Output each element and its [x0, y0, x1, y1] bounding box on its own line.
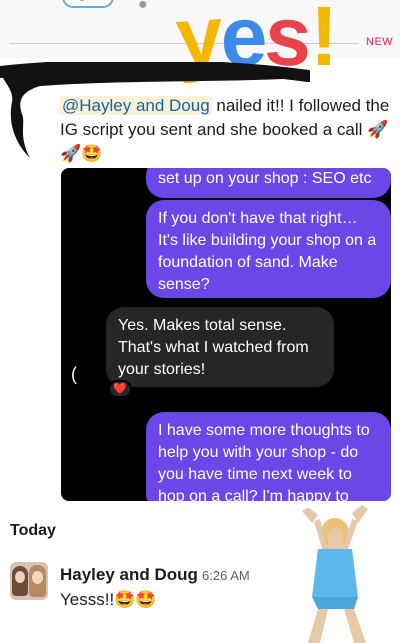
message-text: @Hayley and Doug nailed it!! I followed … — [60, 94, 390, 166]
star-struck-emoji: 🤩🤩 — [114, 590, 157, 609]
sticker-letter: ! — [310, 0, 338, 83]
message-timestamp[interactable]: 6:26 AM — [202, 568, 250, 583]
dm-bubble-outgoing: If you don't have that right… It's like … — [146, 200, 391, 298]
dm-bubble-incoming: Yes. Makes total sense. That's what I wa… — [106, 307, 334, 387]
dm-bubble-outgoing: I have some more thoughts to help you wi… — [146, 412, 391, 501]
dancing-woman-sticker — [302, 505, 368, 643]
dm-bubble-outgoing: set up on your shop : SEO etc — [146, 168, 391, 198]
heart-icon: ❤️ — [108, 380, 132, 398]
avatar[interactable] — [10, 562, 48, 600]
user-mention-link[interactable]: @Hayley and Doug — [60, 96, 212, 115]
reaction-emoji-icon: ● — [78, 0, 86, 5]
new-messages-label: NEW — [366, 36, 394, 48]
day-divider-label: Today — [10, 522, 56, 539]
sender-name[interactable]: Hayley and Doug — [60, 565, 198, 585]
reply-text: Yesss!! — [60, 590, 115, 609]
reaction-pill[interactable]: ● — [62, 0, 114, 8]
instagram-dm-screenshot[interactable]: set up on your shop : SEO etc If you don… — [61, 168, 391, 501]
reply-message: Yesss!!🤩🤩 — [60, 590, 157, 610]
avatar-edge: ( — [71, 364, 77, 384]
reaction-count-icon: ● — [138, 0, 148, 13]
